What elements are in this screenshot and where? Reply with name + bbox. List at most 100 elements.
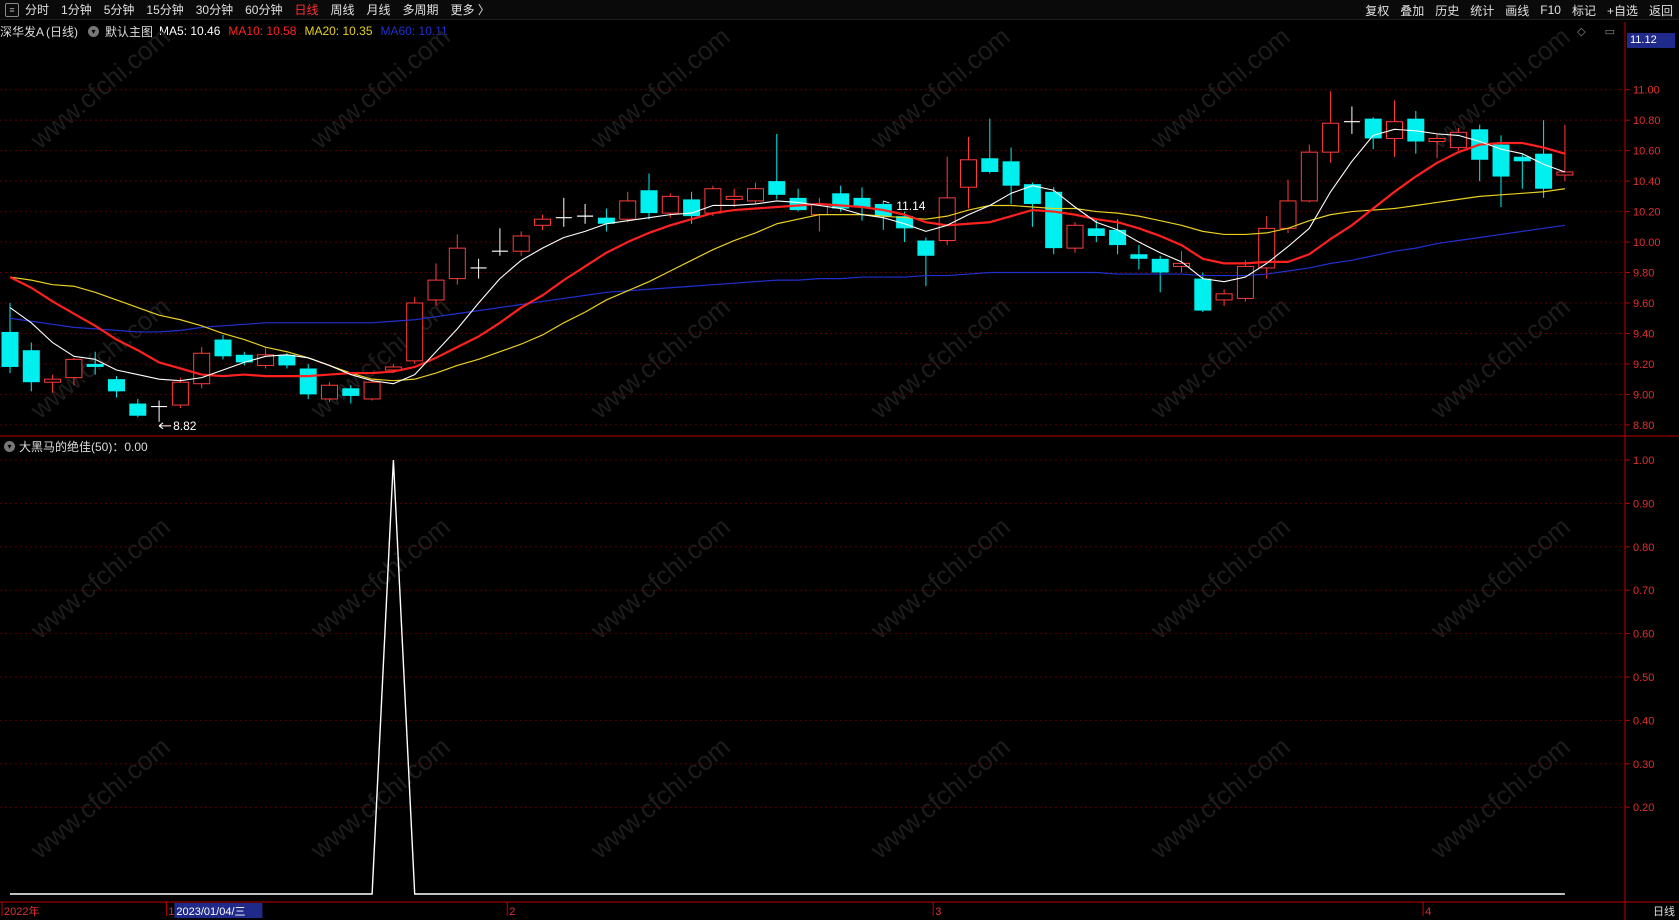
candle-body [747,188,764,202]
sub-tick-label-3: 0.70 [1633,585,1654,597]
candle-17 [363,380,381,401]
candle-9 [193,347,211,389]
candle-53 [1130,245,1148,270]
watermark-text-9: www.cfchi.com [864,291,1016,425]
candle-body [22,350,40,383]
candle-70 [1492,135,1510,208]
candle-body [1194,278,1212,311]
candle-body [214,339,232,357]
candle-body [342,388,360,396]
sub-tick-label-5: 0.50 [1633,672,1654,684]
candle-11 [235,351,253,366]
ma10-line [9,141,1566,378]
sub-tick-label-6: 0.40 [1633,715,1654,727]
candle-body [619,200,637,220]
watermark-text-15: www.cfchi.com [864,511,1016,645]
watermark-text-17: www.cfchi.com [1424,511,1576,645]
candle-57 [1215,289,1233,307]
candle-body [960,159,977,188]
candle-body [917,240,935,256]
candle-26 [555,197,572,227]
time-label-4: 3 [935,906,941,918]
candle-22 [470,258,487,279]
candle-72 [1535,120,1553,198]
high-marker-label: 11.14 [896,199,925,213]
candle-45 [960,136,977,209]
candle-20 [427,263,445,307]
candle-46 [981,118,999,174]
candle-8 [171,377,189,409]
candle-body [299,368,317,395]
candle-body [512,235,530,252]
time-label-3: 2 [509,906,515,918]
watermark-text-20: www.cfchi.com [584,731,736,865]
candle-body [640,190,658,214]
candle-29 [619,191,637,223]
candle-body [321,384,338,400]
candles [1,91,1574,422]
candle-body [725,195,743,200]
candle-10 [214,334,232,360]
candle-49 [1045,187,1063,255]
watermark-text-16: www.cfchi.com [1144,511,1296,645]
candle-body [981,158,999,172]
candle-body [1045,191,1063,249]
candle-body [278,354,296,366]
high-marker-arrow [883,200,890,204]
watermark-text-18: www.cfchi.com [24,731,176,865]
sub-tick-label-2: 0.80 [1633,542,1654,554]
candle-60 [1279,179,1297,233]
price-tick-label-5: 10.00 [1633,237,1661,249]
candle-25 [534,214,551,230]
candle-body [1279,200,1297,229]
candle-65 [1386,100,1403,157]
candle-47 [1002,147,1020,204]
candle-48 [1023,182,1041,227]
watermark-text-8: www.cfchi.com [584,291,736,425]
candle-body [1300,151,1318,202]
watermark-text-1: www.cfchi.com [304,21,456,155]
price-tick-label-11: 8.80 [1633,420,1654,432]
watermark-text-23: www.cfchi.com [1424,731,1576,865]
candle-body [406,302,424,362]
price-tick-label-8: 9.40 [1633,328,1654,340]
candle-body [65,358,83,379]
kline-chart[interactable]: www.cfchi.com www.cfchi.com www.cfchi.com w… [0,0,1679,920]
candle-body [704,188,722,214]
candle-30 [640,173,658,220]
price-tick-label-10: 9.00 [1633,389,1654,401]
candle-body [1556,171,1574,176]
watermark-text-4: www.cfchi.com [1144,21,1296,155]
candle-27 [577,203,594,224]
candle-body [363,381,381,400]
candle-37 [789,188,807,212]
sub-tick-label-8: 0.20 [1633,802,1654,814]
candle-body [1535,153,1553,189]
candle-body [1513,156,1531,162]
candle-44 [938,156,956,246]
candle-body [44,378,62,383]
candle-body [1066,224,1084,249]
sub-tick-label-4: 0.60 [1633,629,1654,641]
price-tick-label-0: 11.00 [1633,85,1660,97]
candle-0 [1,302,19,374]
candle-body [938,197,956,242]
candle-body [1,331,19,367]
ma5-line [9,128,1566,385]
candle-body [129,403,147,416]
candle-64 [1364,117,1382,150]
candle-59 [1258,216,1276,279]
ma60-line [9,224,1565,333]
candle-body [1322,122,1340,153]
price-tick-label-6: 9.80 [1633,268,1654,280]
candle-body [768,181,786,195]
sub-tick-label-7: 0.30 [1633,759,1654,771]
candle-24 [512,231,530,256]
price-tick-label-2: 10.60 [1633,146,1661,158]
candle-36 [768,133,786,200]
price-tick-label-7: 9.60 [1633,298,1654,310]
watermark-text-21: www.cfchi.com [864,731,1016,865]
candle-43 [917,237,935,287]
watermark-text-10: www.cfchi.com [1144,291,1296,425]
time-label-5: 4 [1425,906,1431,918]
